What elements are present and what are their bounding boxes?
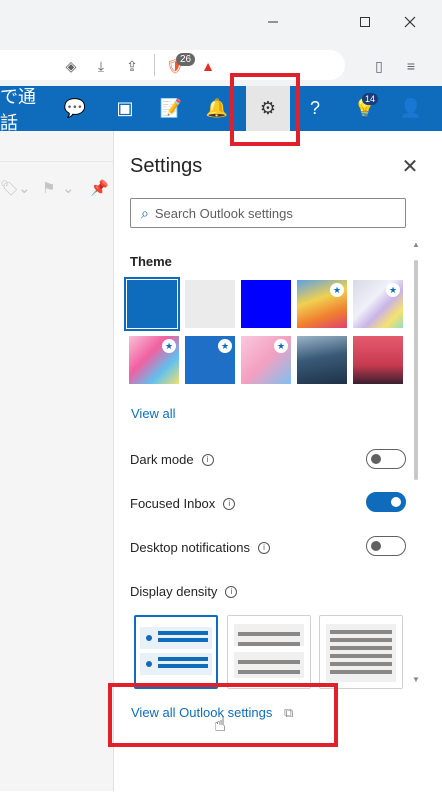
display-density-text: Display density	[130, 584, 218, 599]
info-icon[interactable]: i	[201, 453, 214, 466]
theme-heading: Theme	[130, 254, 172, 269]
pane-divider	[0, 161, 114, 162]
theme-blue-doodle[interactable]: ★	[185, 336, 235, 384]
search-icon: ⌕	[141, 204, 149, 221]
theme-palms[interactable]	[353, 336, 403, 384]
pin-icon[interactable]: 📌	[90, 179, 109, 197]
call-button[interactable]: で通話	[0, 86, 40, 133]
tag-icon[interactable]: 🏷	[0, 179, 19, 197]
window-bottom-edge	[0, 791, 442, 803]
scroll-down-icon[interactable]: ▼	[412, 675, 420, 684]
info-icon[interactable]: i	[257, 541, 270, 554]
tips-count-badge: 14	[362, 93, 379, 105]
info-icon[interactable]: i	[223, 497, 236, 510]
maximize-button[interactable]	[350, 8, 380, 36]
minimize-button[interactable]	[258, 8, 288, 36]
bell-icon[interactable]: 🔔	[202, 86, 232, 131]
toggle-knob	[371, 454, 381, 464]
theme-rainbow[interactable]: ★	[297, 280, 347, 328]
settings-scrollbar[interactable]: ▲ ▼	[412, 240, 420, 685]
premium-star-icon: ★	[162, 339, 176, 353]
theme-grid: ★ ★ ★ ★ ★	[124, 277, 407, 390]
settings-search[interactable]: ⌕	[130, 198, 406, 228]
help-icon[interactable]: ?	[300, 86, 330, 131]
minimize-icon	[268, 21, 278, 23]
mail-toolbar: 🏷 ⌄ ⚑ ⌄ 📌	[0, 174, 114, 204]
calendar-edit-icon[interactable]: 📝	[156, 86, 186, 131]
reader-mode-icon[interactable]: ◈	[60, 55, 82, 77]
theme-mountain[interactable]	[297, 336, 347, 384]
focused-inbox-toggle[interactable]	[366, 492, 406, 512]
toolbar-divider	[154, 54, 155, 76]
desktop-notifications-label: Desktop notifications i	[130, 540, 270, 555]
browser-menu-icon[interactable]: ≡	[400, 55, 422, 77]
teams-icon[interactable]: ▣	[110, 86, 140, 131]
premium-star-icon: ★	[218, 339, 232, 353]
scroll-thumb[interactable]	[414, 260, 418, 480]
chevron-down-icon[interactable]: ⌄	[62, 179, 75, 197]
toggle-knob	[391, 497, 401, 507]
density-full[interactable]	[134, 615, 218, 689]
account-icon[interactable]: 👤	[396, 86, 426, 131]
highlight-settings-box	[230, 73, 300, 146]
outlook-header: で通話 💬 ▣ 📝 🔔 ⚙ ? 💡 👤	[0, 86, 442, 133]
theme-bright-blue[interactable]	[241, 280, 291, 328]
close-settings-button[interactable]: ✕	[399, 155, 421, 178]
density-compact-icon	[326, 624, 396, 682]
premium-star-icon: ★	[330, 283, 344, 297]
desktop-notifications-text: Desktop notifications	[130, 540, 250, 555]
dark-mode-label: Dark mode i	[130, 452, 214, 467]
flag-icon[interactable]: ⚑	[42, 179, 55, 197]
theme-blue[interactable]	[124, 277, 180, 331]
view-all-themes-link[interactable]: View all	[131, 406, 176, 421]
sidebar-toggle-icon[interactable]: ▯	[368, 55, 390, 77]
theme-pixel[interactable]: ★	[241, 336, 291, 384]
premium-star-icon: ★	[274, 339, 288, 353]
close-window-button[interactable]	[395, 8, 425, 36]
theme-abstract[interactable]: ★	[353, 280, 403, 328]
density-medium[interactable]	[227, 615, 311, 689]
highlight-view-all-box	[108, 683, 338, 747]
settings-title: Settings	[130, 155, 203, 177]
premium-star-icon: ★	[386, 283, 400, 297]
density-compact[interactable]	[319, 615, 403, 689]
toggle-knob	[371, 541, 381, 551]
share-icon[interactable]: ⇪	[121, 55, 143, 77]
scroll-up-icon[interactable]: ▲	[412, 240, 420, 249]
desktop-notifications-toggle[interactable]	[366, 536, 406, 556]
shields-count-badge: 26	[176, 53, 196, 66]
maximize-icon	[360, 17, 370, 27]
brave-rewards-icon[interactable]: ▲	[197, 55, 219, 77]
focused-inbox-text: Focused Inbox	[130, 496, 216, 511]
install-app-icon[interactable]: ⤓	[90, 55, 112, 77]
close-icon: ✕	[401, 155, 419, 178]
density-full-icon	[140, 627, 212, 675]
dark-mode-toggle[interactable]	[366, 449, 406, 469]
theme-light-gray[interactable]	[185, 280, 235, 328]
chat-icon[interactable]: 💬	[60, 86, 90, 131]
chevron-down-icon[interactable]: ⌄	[18, 179, 31, 197]
display-density-label: Display density i	[130, 584, 238, 599]
search-input[interactable]	[154, 205, 385, 221]
focused-inbox-label: Focused Inbox i	[130, 496, 236, 511]
density-medium-icon	[234, 624, 304, 678]
close-icon	[404, 16, 416, 28]
theme-pink-art[interactable]: ★	[129, 336, 179, 384]
dark-mode-text: Dark mode	[130, 452, 194, 467]
mail-list-pane: 🏷 ⌄ ⚑ ⌄ 📌	[0, 131, 114, 791]
info-icon[interactable]: i	[225, 585, 238, 598]
